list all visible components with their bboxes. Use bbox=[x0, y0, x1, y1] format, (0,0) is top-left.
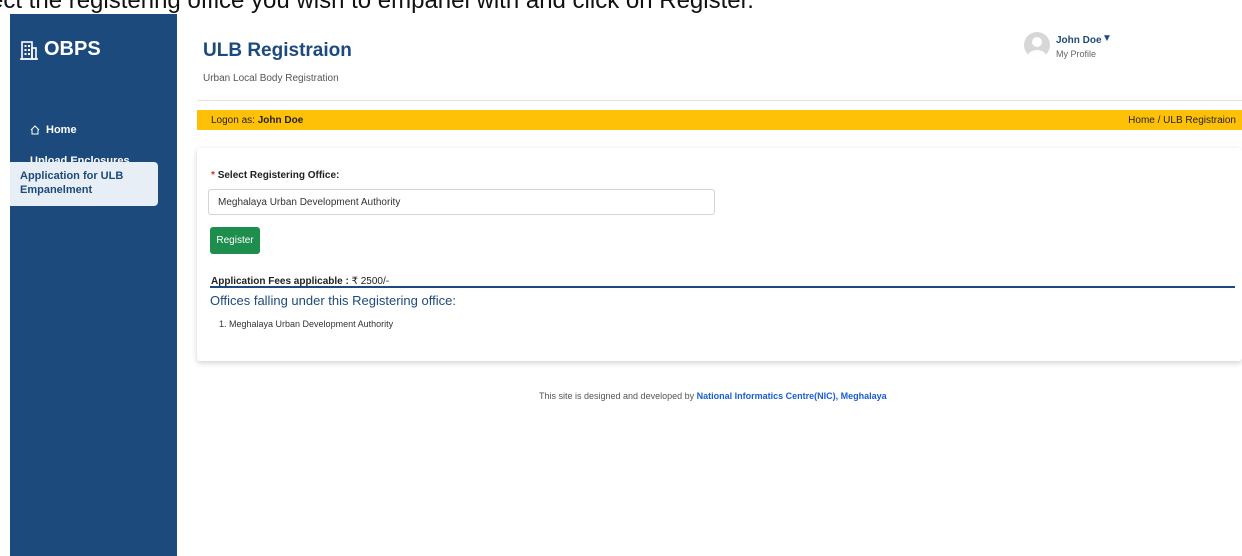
sidebar-item-label: Application for ULB Empanelment bbox=[20, 170, 124, 196]
page-subtitle: Urban Local Body Registration bbox=[203, 73, 339, 84]
header-divider bbox=[197, 100, 1242, 101]
instruction-text: ect the registering office you wish to e… bbox=[0, 0, 754, 14]
select-office-label: * Select Registering Office: bbox=[211, 170, 339, 181]
breadcrumb[interactable]: Home / ULB Registraion bbox=[1128, 115, 1236, 126]
caret-down-icon[interactable]: ▼ bbox=[1102, 33, 1112, 44]
footer-text: This site is designed and developed by bbox=[539, 391, 695, 401]
user-name[interactable]: John Doe bbox=[1056, 35, 1102, 46]
brand-logo[interactable]: OBPS bbox=[20, 38, 101, 61]
offices-divider bbox=[210, 286, 1235, 288]
sidebar-item-home[interactable]: Home bbox=[20, 124, 180, 136]
brand-name: OBPS bbox=[44, 38, 101, 60]
required-mark: * bbox=[211, 170, 215, 181]
sidebar-item-ulb-empanelment[interactable]: Application for ULB Empanelment bbox=[10, 162, 158, 206]
list-item: 1. Meghalaya Urban Development Authority bbox=[219, 319, 394, 329]
user-icon bbox=[1028, 37, 1046, 58]
sidebar: OBPS Home Upload Enclosures bbox=[10, 14, 177, 556]
my-profile-link[interactable]: My Profile bbox=[1056, 49, 1096, 59]
building-icon bbox=[20, 40, 38, 60]
logon-bar: Logon as: John Doe Home / ULB Registraio… bbox=[197, 110, 1242, 130]
logon-status: Logon as: John Doe bbox=[211, 115, 303, 126]
avatar[interactable] bbox=[1024, 32, 1050, 58]
logon-prefix: Logon as: bbox=[211, 115, 255, 126]
page-title: ULB Registraion bbox=[203, 40, 352, 61]
registering-office-select[interactable]: Meghalaya Urban Development Authority bbox=[208, 189, 715, 215]
registration-card: * Select Registering Office: Meghalaya U… bbox=[197, 148, 1242, 361]
footer: This site is designed and developed by N… bbox=[539, 391, 887, 401]
sidebar-item-label: Home bbox=[46, 124, 77, 136]
logon-user: John Doe bbox=[257, 115, 304, 126]
select-office-label-text: Select Registering Office: bbox=[217, 170, 340, 181]
offices-title: Offices falling under this Registering o… bbox=[210, 293, 456, 308]
footer-org-link[interactable]: National Informatics Centre(NIC), Meghal… bbox=[697, 391, 887, 401]
register-button[interactable]: Register bbox=[210, 227, 260, 254]
home-icon bbox=[30, 125, 40, 135]
